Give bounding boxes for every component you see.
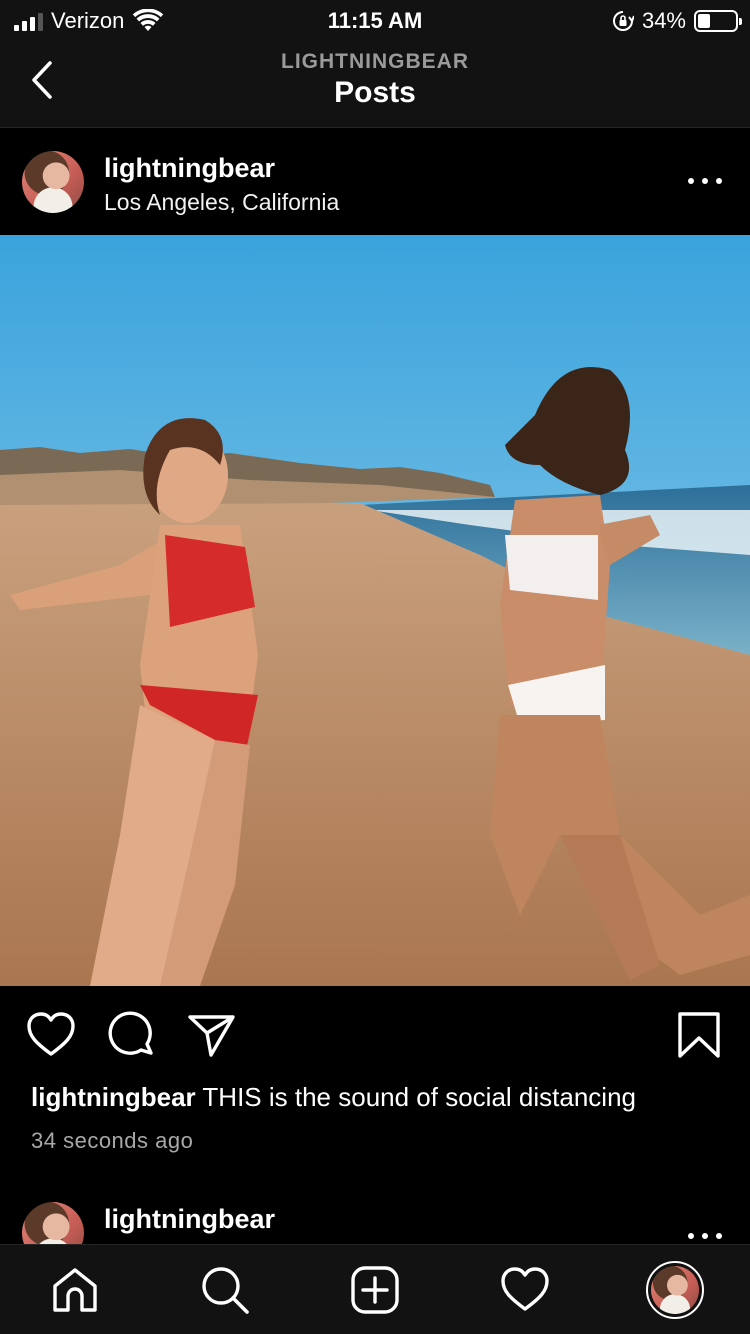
post-location[interactable]: Los Angeles, California [104,189,339,216]
next-post-username[interactable]: lightningbear [104,1204,275,1235]
tab-bar [0,1244,750,1334]
post-photo[interactable] [0,235,750,986]
battery-percent: 34% [641,8,686,33]
save-button[interactable] [676,1010,722,1060]
tab-search[interactable] [198,1263,252,1317]
rotation-lock-icon [612,11,634,31]
page-title: Posts [334,76,416,109]
more-horizontal-icon [688,1233,694,1239]
beach-photo [0,235,750,986]
home-icon [53,1268,97,1312]
profile-avatar [651,1266,699,1314]
post-header: lightningbear Los Angeles, California [0,129,750,235]
more-options-button[interactable] [688,171,722,191]
bookmark-icon [678,1012,720,1058]
status-bar: Verizon 11:15 AM 34% [0,0,750,40]
battery-icon [694,10,742,32]
heart-icon [27,1012,75,1056]
tab-add-post[interactable] [348,1263,402,1317]
post-username[interactable]: lightningbear [104,153,275,184]
battery-level [698,14,710,28]
search-icon [202,1267,249,1314]
status-right: 34% [612,8,742,34]
send-icon [188,1015,235,1057]
next-post-more-button[interactable] [688,1226,722,1246]
post-timestamp: 34 seconds ago [31,1128,194,1153]
tab-profile[interactable] [646,1261,704,1319]
tab-activity[interactable] [498,1263,552,1317]
share-button[interactable] [186,1010,236,1060]
activity-heart-icon [501,1267,549,1311]
comment-icon [108,1011,153,1055]
post-caption: lightningbear THIS is the sound of socia… [31,1082,731,1113]
comment-button[interactable] [107,1010,157,1060]
tab-home[interactable] [48,1263,102,1317]
caption-username[interactable]: lightningbear [31,1082,196,1112]
nav-header: LIGHTNINGBEAR Posts [0,40,750,128]
add-post-icon [351,1266,399,1314]
post-actions [0,986,750,1076]
avatar[interactable] [22,151,84,213]
account-name: LIGHTNINGBEAR [281,50,469,73]
instagram-post-screen: Verizon 11:15 AM 34% LIGHTNINGBEAR Posts… [0,0,750,1334]
caption-text: THIS is the sound of social distancing [195,1082,636,1112]
more-horizontal-icon [688,178,694,184]
like-button[interactable] [26,1010,76,1060]
